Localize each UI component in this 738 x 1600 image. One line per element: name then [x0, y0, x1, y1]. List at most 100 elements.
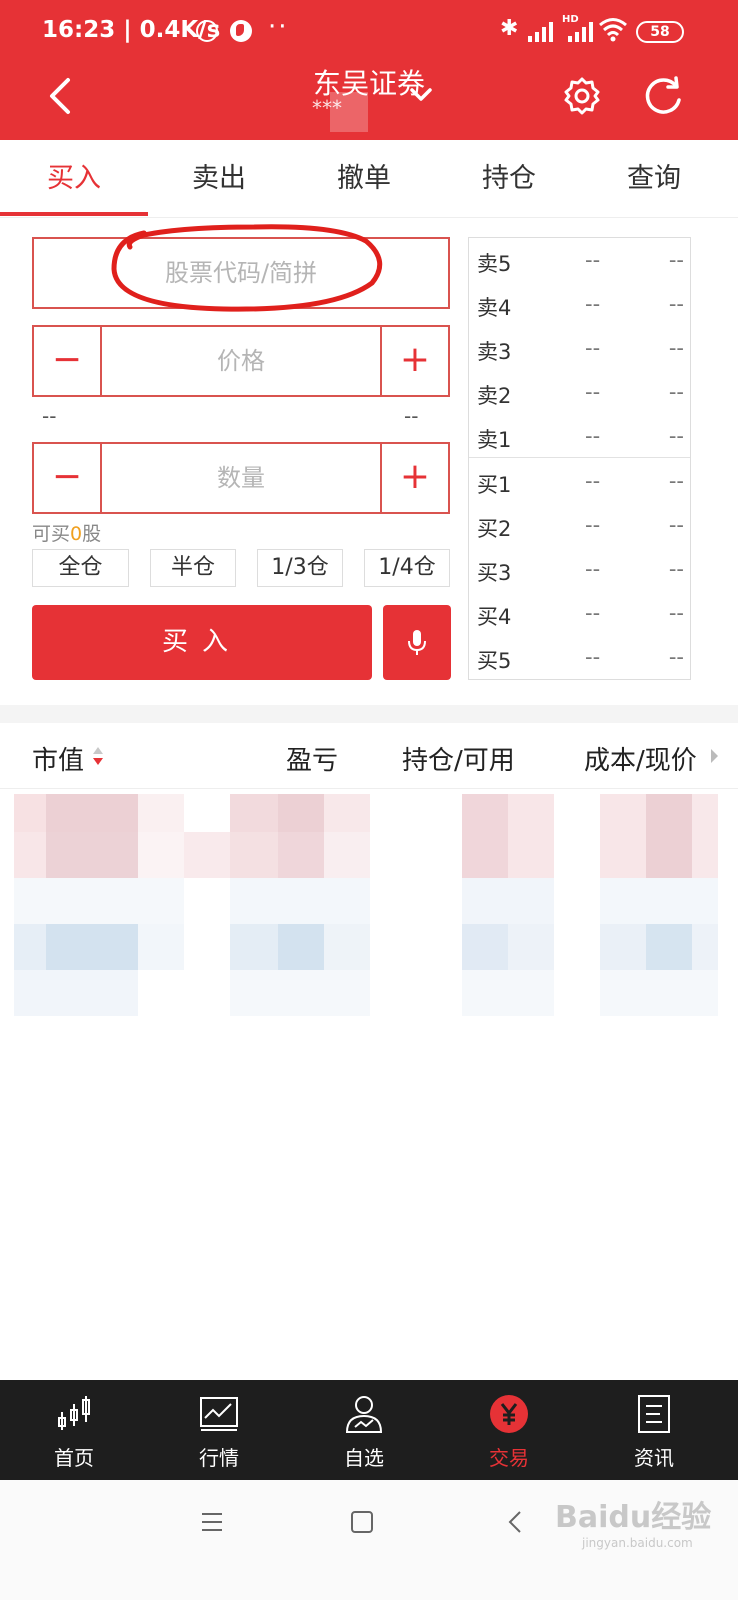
home-square-icon[interactable]	[350, 1510, 374, 1534]
quantity-input[interactable]	[104, 444, 378, 512]
order-book-row[interactable]: 卖4 -- --	[469, 282, 690, 326]
order-book-row[interactable]: 卖2 -- --	[469, 370, 690, 414]
buyable-quantity: 可买0股	[32, 519, 101, 546]
order-book-row[interactable]: 买2 -- --	[469, 503, 690, 547]
order-book-divider	[469, 457, 690, 458]
holdings-header: 市值 盈亏 持仓/可用 成本/现价	[0, 723, 738, 789]
ob-volume: --	[668, 424, 684, 448]
blur-block	[278, 832, 324, 878]
order-book-row[interactable]: 买4 -- --	[469, 591, 690, 635]
nav-watchlist[interactable]: 自选	[290, 1380, 438, 1480]
quantity-stepper: − +	[32, 442, 450, 514]
ob-label: 卖2	[477, 384, 512, 408]
position-full-button[interactable]: 全仓	[32, 549, 129, 587]
order-book-row[interactable]: 卖1 -- --	[469, 414, 690, 458]
limit-up-price: --	[404, 404, 419, 428]
buyable-prefix: 可买	[32, 523, 71, 545]
microphone-icon	[408, 630, 426, 655]
ob-label: 买3	[477, 561, 512, 585]
price-stepper: − +	[32, 325, 450, 397]
blur-block	[600, 878, 718, 924]
ob-label: 买1	[477, 473, 512, 497]
ob-label: 卖5	[477, 252, 512, 276]
account-mask	[330, 92, 368, 132]
ob-label: 买2	[477, 517, 512, 541]
blur-block	[324, 832, 370, 878]
app-header: 东吴证券 ***	[0, 62, 738, 140]
column-cost-price[interactable]: 成本/现价	[584, 740, 697, 777]
stock-code-field[interactable]	[32, 237, 450, 309]
buyable-count: 0	[70, 523, 83, 545]
position-third-button[interactable]: 1/3仓	[257, 549, 343, 587]
price-input[interactable]	[104, 327, 378, 395]
nav-home[interactable]: 首页	[0, 1380, 148, 1480]
sort-icon[interactable]	[92, 745, 104, 767]
blur-block	[46, 832, 138, 878]
ob-volume: --	[668, 469, 684, 493]
ob-price: --	[585, 557, 601, 581]
order-book-row[interactable]: 买3 -- --	[469, 547, 690, 591]
tab-positions[interactable]: 持仓	[435, 140, 583, 218]
blur-block	[14, 794, 46, 832]
ob-price: --	[585, 601, 601, 625]
broker-title[interactable]: 东吴证券	[0, 62, 738, 102]
column-position-available[interactable]: 持仓/可用	[402, 740, 515, 777]
column-profit-loss[interactable]: 盈亏	[286, 740, 338, 777]
active-tab-indicator	[0, 212, 148, 216]
blur-block	[508, 794, 554, 878]
blur-block	[230, 970, 370, 1016]
blur-block	[14, 832, 46, 878]
quantity-increase-button[interactable]: +	[380, 444, 448, 512]
chevron-right-icon[interactable]	[709, 748, 719, 764]
nav-news[interactable]: 资讯	[580, 1380, 728, 1480]
back-triangle-icon[interactable]	[504, 1510, 528, 1534]
blur-block	[324, 924, 370, 970]
chevron-down-icon[interactable]	[408, 82, 434, 108]
tab-query[interactable]: 查询	[580, 140, 728, 218]
order-book-row[interactable]: 卖5 -- --	[469, 238, 690, 282]
blur-block	[46, 924, 138, 970]
column-market-value[interactable]: 市值	[32, 740, 84, 777]
ob-volume: --	[668, 645, 684, 669]
nav-home-label: 首页	[54, 1446, 94, 1470]
ob-price: --	[585, 645, 601, 669]
position-half-button[interactable]: 半仓	[150, 549, 236, 587]
blur-block	[646, 794, 692, 878]
ob-volume: --	[668, 513, 684, 537]
tab-sell[interactable]: 卖出	[145, 140, 293, 218]
quantity-decrease-button[interactable]: −	[34, 444, 102, 512]
nav-watchlist-label: 自选	[344, 1446, 384, 1470]
price-decrease-button[interactable]: −	[34, 327, 102, 395]
bottom-nav: 首页 行情 自选 交易 资讯	[0, 1380, 738, 1480]
tab-cancel[interactable]: 撤单	[290, 140, 438, 218]
blur-block	[692, 924, 718, 970]
nav-market[interactable]: 行情	[145, 1380, 293, 1480]
position-quarter-button[interactable]: 1/4仓	[364, 549, 450, 587]
battery-icon: 58	[636, 21, 684, 43]
price-field[interactable]	[104, 327, 378, 395]
order-book-row[interactable]: 卖3 -- --	[469, 326, 690, 370]
nav-news-label: 资讯	[634, 1446, 674, 1470]
order-book-row[interactable]: 买5 -- --	[469, 635, 690, 679]
blur-block	[278, 924, 324, 970]
voice-input-button[interactable]	[383, 605, 451, 680]
nav-trade[interactable]: 交易	[435, 1380, 583, 1480]
menu-icon[interactable]	[200, 1510, 224, 1534]
gear-icon[interactable]	[560, 74, 604, 118]
ob-price: --	[585, 336, 601, 360]
stock-code-input[interactable]	[34, 239, 448, 307]
quantity-field[interactable]	[104, 444, 378, 512]
blur-block	[14, 924, 46, 970]
trade-tabs: 买入 卖出 撤单 持仓 查询	[0, 140, 738, 218]
refresh-icon[interactable]	[640, 74, 686, 120]
candlestick-icon	[58, 1396, 90, 1430]
blur-block	[462, 924, 508, 970]
document-icon	[638, 1395, 670, 1433]
order-book-row[interactable]: 买1 -- --	[469, 459, 690, 503]
ob-volume: --	[668, 248, 684, 272]
top-bar: 16:23 | 0.4K/s ·· ✱ HD 58 东吴证券 ***	[0, 0, 738, 140]
ob-label: 买5	[477, 649, 512, 673]
buy-button[interactable]: 买入	[32, 605, 372, 680]
tab-buy[interactable]: 买入	[0, 140, 148, 218]
price-increase-button[interactable]: +	[380, 327, 448, 395]
